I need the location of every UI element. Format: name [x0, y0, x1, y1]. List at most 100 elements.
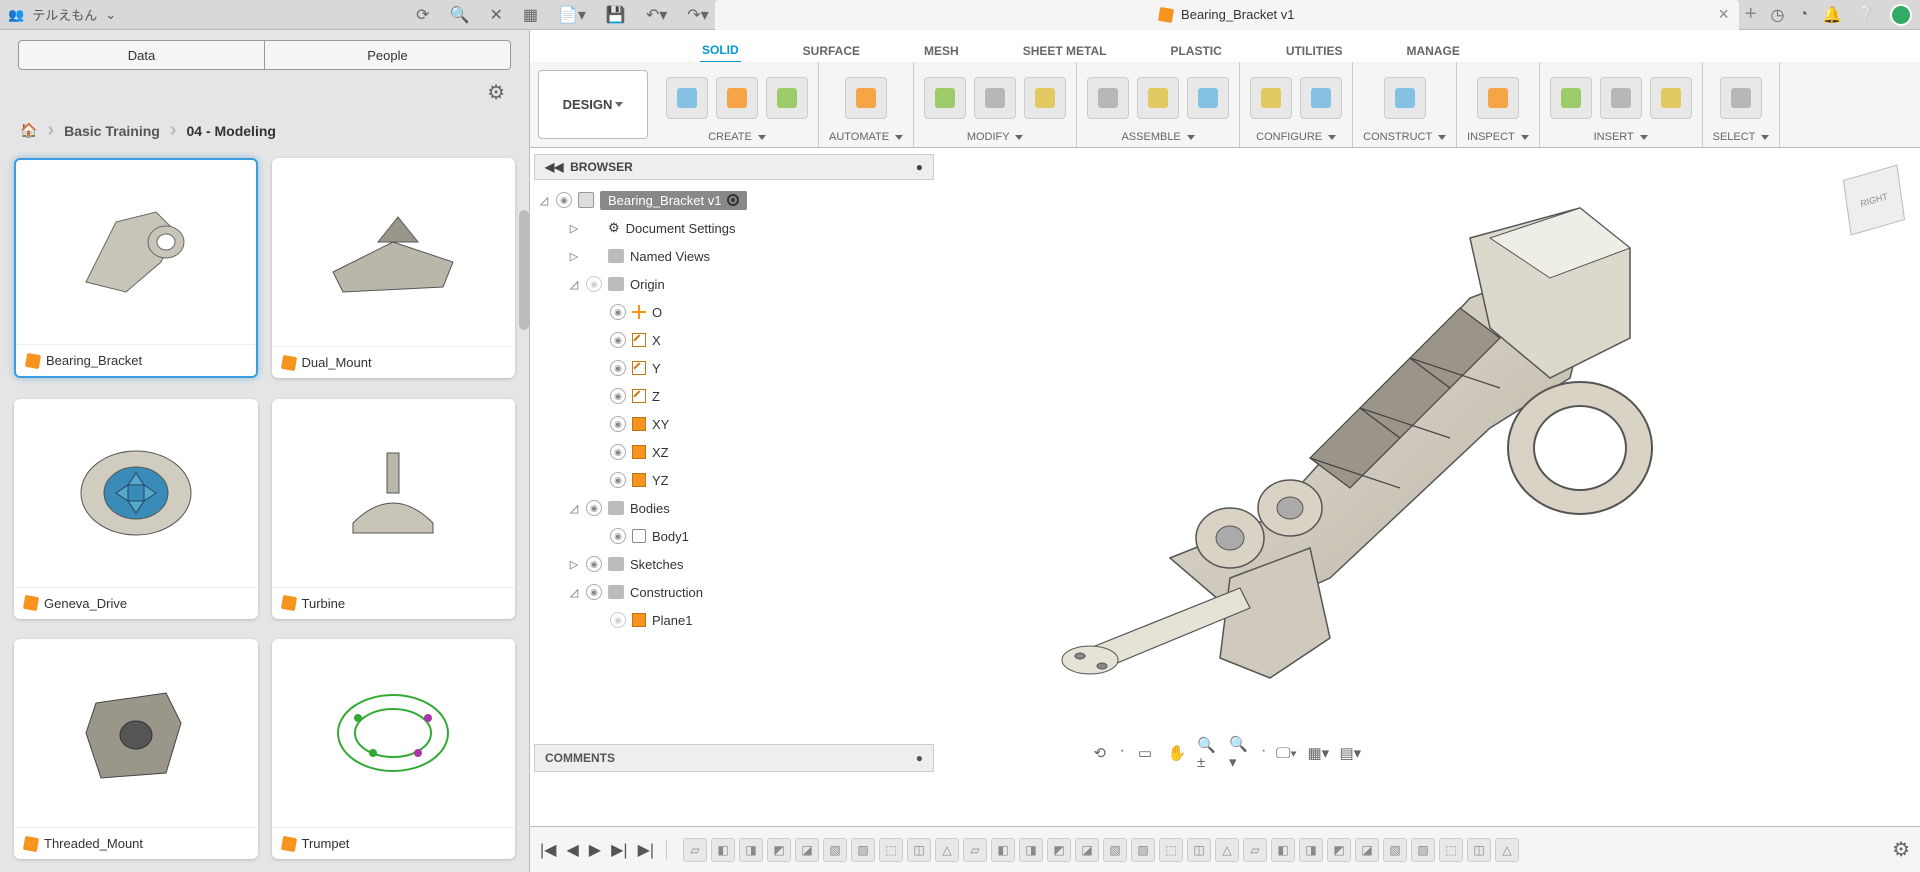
notifications-icon[interactable]: 🔔 [1822, 5, 1842, 25]
ribbon-group-label[interactable]: CREATE [708, 129, 766, 145]
timeline-feature[interactable]: ◫ [1467, 838, 1491, 862]
timeline-feature[interactable]: ◨ [739, 838, 763, 862]
timeline-feature[interactable]: ⬚ [1439, 838, 1463, 862]
timeline-settings-icon[interactable]: ⚙ [1892, 837, 1910, 862]
timeline-feature[interactable]: ▱ [963, 838, 987, 862]
timeline-feature[interactable]: ▧ [823, 838, 847, 862]
visibility-icon[interactable]: ◉ [610, 388, 626, 404]
file-thumbnail[interactable]: Threaded_Mount [14, 639, 258, 859]
ribbon-tool-icon[interactable] [845, 77, 887, 119]
timeline-feature[interactable]: ◩ [1047, 838, 1071, 862]
timeline-feature[interactable]: ◧ [1271, 838, 1295, 862]
timeline-start-icon[interactable]: |◀ [540, 840, 556, 860]
tree-node[interactable]: ◉Y [538, 354, 930, 382]
ribbon-tab-surface[interactable]: SURFACE [801, 40, 862, 62]
timeline-feature[interactable]: ◨ [1299, 838, 1323, 862]
ribbon-group-label[interactable]: CONSTRUCT [1363, 129, 1446, 145]
ribbon-tool-icon[interactable] [1024, 77, 1066, 119]
tree-node[interactable]: ◿◉Construction [538, 578, 930, 606]
grid-icon[interactable]: ▦ [523, 5, 538, 25]
timeline-forward-icon[interactable]: ▶| [611, 840, 627, 860]
timeline-feature[interactable]: ▧ [1103, 838, 1127, 862]
expand-icon[interactable]: ◿ [538, 194, 550, 207]
timeline-feature[interactable]: ▨ [1411, 838, 1435, 862]
expand-icon[interactable]: ▷ [568, 222, 580, 235]
timeline-feature[interactable]: ▱ [683, 838, 707, 862]
tree-node[interactable]: ◉Z [538, 382, 930, 410]
breadcrumb-item[interactable]: Basic Training [64, 123, 160, 139]
tree-node[interactable]: ◉O [538, 298, 930, 326]
ribbon-tool-icon[interactable] [666, 77, 708, 119]
tree-node[interactable]: ◉YZ [538, 466, 930, 494]
expand-icon[interactable]: ◿ [568, 586, 580, 599]
chevron-down-icon[interactable]: ⌄ [105, 7, 116, 23]
ribbon-tool-icon[interactable] [1600, 77, 1642, 119]
tree-node[interactable]: ◉Plane1 [538, 606, 930, 634]
look-at-icon[interactable]: ▭ [1133, 742, 1157, 764]
ribbon-tool-icon[interactable] [716, 77, 758, 119]
timeline-feature[interactable]: △ [1215, 838, 1239, 862]
visibility-icon[interactable]: ◉ [610, 416, 626, 432]
ribbon-group-label[interactable]: MODIFY [967, 129, 1024, 145]
timeline-feature[interactable]: ◩ [1327, 838, 1351, 862]
timeline-feature[interactable]: △ [935, 838, 959, 862]
timeline-feature[interactable]: ▨ [1131, 838, 1155, 862]
tree-node[interactable]: ▷Named Views [538, 242, 930, 270]
timeline-feature[interactable]: ◫ [1187, 838, 1211, 862]
ribbon-tab-mesh[interactable]: MESH [922, 40, 961, 62]
visibility-icon[interactable]: ◉ [610, 304, 626, 320]
ribbon-tool-icon[interactable] [1137, 77, 1179, 119]
ribbon-tool-icon[interactable] [1550, 77, 1592, 119]
ribbon-tab-solid[interactable]: SOLID [700, 39, 741, 64]
timeline-feature[interactable]: ◨ [1019, 838, 1043, 862]
timeline-feature[interactable]: ◪ [795, 838, 819, 862]
tree-node[interactable]: ◉XZ [538, 438, 930, 466]
view-cube[interactable]: RIGHT [1832, 166, 1902, 236]
ribbon-tool-icon[interactable] [1384, 77, 1426, 119]
file-thumbnail[interactable]: Dual_Mount [272, 158, 516, 378]
ribbon-tool-icon[interactable] [1720, 77, 1762, 119]
tree-node[interactable]: ◉Body1 [538, 522, 930, 550]
timeline-feature[interactable]: ◫ [907, 838, 931, 862]
visibility-icon[interactable]: ◉ [586, 584, 602, 600]
timeline-feature[interactable]: ▨ [851, 838, 875, 862]
ribbon-tool-icon[interactable] [1300, 77, 1342, 119]
ribbon-group-label[interactable]: INSPECT [1467, 129, 1529, 145]
ribbon-tool-icon[interactable] [1087, 77, 1129, 119]
activate-icon[interactable] [727, 194, 739, 206]
tree-root-label[interactable]: Bearing_Bracket v1 [600, 191, 747, 210]
file-icon[interactable]: 📄▾ [558, 5, 586, 25]
tree-root[interactable]: ◿ ◉ Bearing_Bracket v1 [538, 186, 930, 214]
ribbon-group-label[interactable]: INSERT [1594, 129, 1648, 145]
visibility-icon[interactable]: ◉ [610, 360, 626, 376]
file-thumbnail[interactable]: Geneva_Drive [14, 399, 258, 619]
comments-panel-header[interactable]: COMMENTS ● [534, 744, 934, 772]
file-thumbnail[interactable]: Turbine [272, 399, 516, 619]
breadcrumb-item[interactable]: 04 - Modeling [186, 123, 275, 139]
expand-icon[interactable]: ◿ [568, 278, 580, 291]
workspace-switcher-button[interactable]: DESIGN [538, 70, 648, 139]
tree-node[interactable]: ◉XY [538, 410, 930, 438]
ribbon-group-label[interactable]: SELECT [1713, 129, 1770, 145]
tree-node[interactable]: ◿◉Origin [538, 270, 930, 298]
people-icon[interactable]: 👥 [8, 7, 24, 23]
expand-icon[interactable]: ▷ [568, 250, 580, 263]
timeline-end-icon[interactable]: ▶| [638, 840, 654, 860]
timeline-feature[interactable]: ◧ [991, 838, 1015, 862]
tree-node[interactable]: ◉X [538, 326, 930, 354]
fit-icon[interactable]: 🔍▾ [1229, 742, 1253, 764]
timeline-feature[interactable]: △ [1495, 838, 1519, 862]
visibility-icon[interactable]: ◉ [610, 332, 626, 348]
ribbon-group-label[interactable]: CONFIGURE [1256, 129, 1336, 145]
scrollbar-thumb[interactable] [519, 210, 529, 330]
collapse-icon[interactable]: ◀◀ [545, 160, 563, 174]
document-tab[interactable]: Bearing_Bracket v1 × [715, 0, 1739, 30]
redo-icon[interactable]: ↷▾ [687, 5, 708, 25]
timeline-back-icon[interactable]: ◀ [566, 840, 578, 860]
ribbon-tool-icon[interactable] [1250, 77, 1292, 119]
ribbon-tab-plastic[interactable]: PLASTIC [1168, 40, 1223, 62]
expand-icon[interactable]: ▷ [568, 558, 580, 571]
grid-settings-icon[interactable]: ▦▾ [1306, 742, 1330, 764]
ribbon-tool-icon[interactable] [1650, 77, 1692, 119]
timeline-feature[interactable]: ◧ [711, 838, 735, 862]
